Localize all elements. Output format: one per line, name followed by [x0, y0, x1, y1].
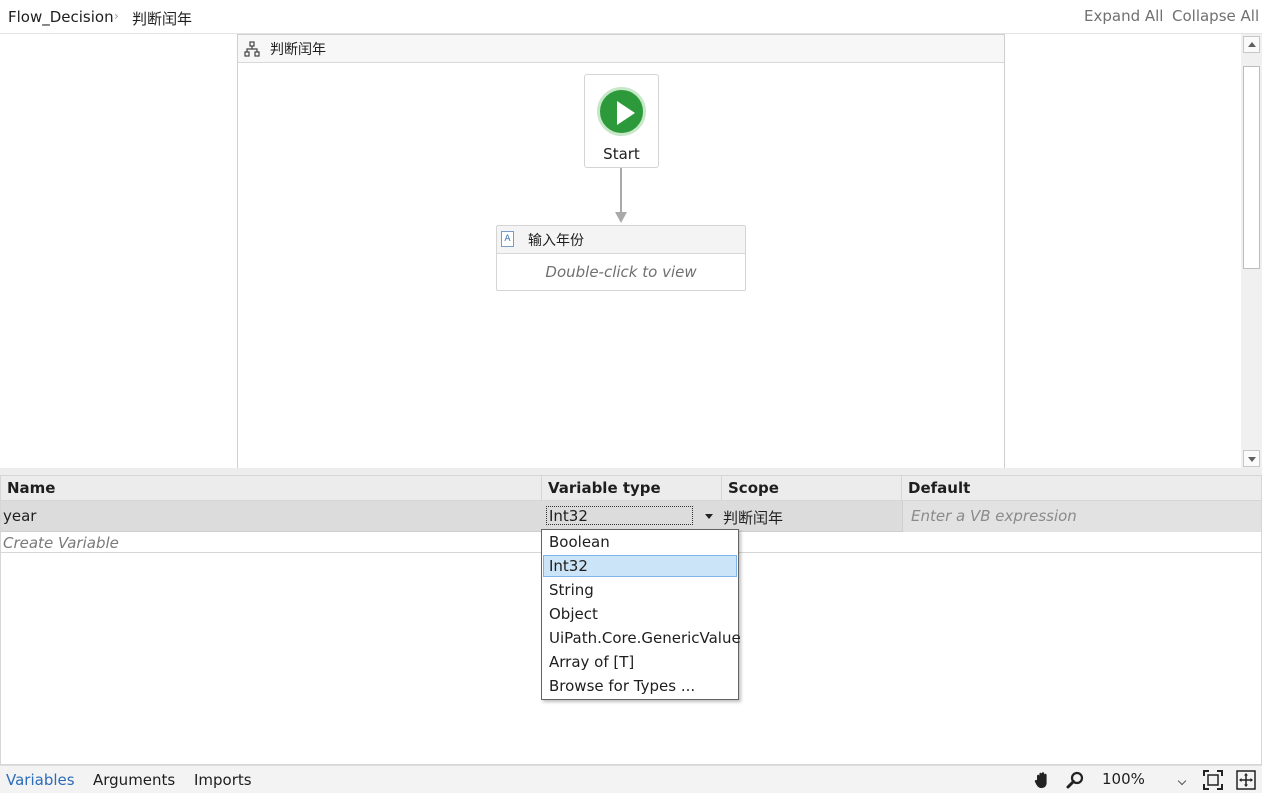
breadcrumb-item-flowchart[interactable]: 判断闰年: [132, 8, 192, 29]
type-option-array[interactable]: Array of [T]: [543, 651, 737, 673]
expand-all-button[interactable]: Expand All: [1084, 7, 1163, 25]
breadcrumb-item-workflow[interactable]: Flow_Decision: [8, 8, 114, 26]
type-option-generic-value[interactable]: UiPath.Core.GenericValue: [543, 627, 741, 649]
tab-variables[interactable]: Variables: [6, 771, 75, 789]
flowchart-icon: [244, 41, 260, 57]
variable-default-field[interactable]: Enter a VB expression: [902, 501, 1261, 532]
scroll-up-button[interactable]: [1243, 36, 1260, 53]
variable-type-select[interactable]: Int32: [543, 506, 719, 527]
tab-arguments[interactable]: Arguments: [93, 771, 175, 789]
activity-input-year[interactable]: A 输入年份 Double-click to view: [496, 225, 746, 291]
type-option-string[interactable]: String: [543, 579, 737, 601]
flowchart-header[interactable]: 判断闰年: [238, 35, 1004, 63]
designer-canvas[interactable]: 判断闰年 Start A 输入年份 Double-click to view: [0, 34, 1241, 468]
arrow-down-icon: [1248, 457, 1256, 462]
bottom-bar: Variables Arguments Imports 100%: [0, 765, 1262, 793]
create-variable-link[interactable]: Create Variable: [3, 534, 119, 552]
column-header-scope[interactable]: Scope: [721, 476, 901, 501]
zoom-magnifier-icon[interactable]: [1065, 770, 1085, 790]
column-header-name[interactable]: Name: [1, 476, 541, 501]
overview-icon[interactable]: [1236, 770, 1256, 790]
flow-connector[interactable]: [620, 168, 622, 214]
activity-placeholder: Double-click to view: [545, 263, 697, 281]
arrow-up-icon: [1248, 42, 1256, 47]
top-bar: Flow_Decision › 判断闰年 Expand All Collapse…: [0, 0, 1262, 34]
play-icon: [597, 87, 646, 136]
type-option-browse[interactable]: Browse for Types ...: [543, 675, 737, 697]
variable-type-dropdown-list[interactable]: Boolean Int32 String Object UiPath.Core.…: [541, 529, 741, 700]
type-option-boolean[interactable]: Boolean: [543, 531, 737, 553]
activity-header[interactable]: A 输入年份: [497, 226, 745, 254]
start-label: Start: [603, 145, 640, 163]
breadcrumb-separator: ›: [114, 9, 119, 23]
type-option-object[interactable]: Object: [543, 603, 737, 625]
tab-imports[interactable]: Imports: [194, 771, 252, 789]
zoom-select[interactable]: 100%: [1097, 768, 1192, 791]
panel-splitter[interactable]: [0, 468, 1262, 475]
zoom-value: 100%: [1102, 770, 1145, 788]
variable-scope-cell[interactable]: 判断闰年: [723, 507, 783, 528]
dropdown-arrow-icon[interactable]: [705, 514, 713, 519]
variable-name-cell[interactable]: year: [3, 507, 36, 525]
column-header-default[interactable]: Default: [901, 476, 1261, 501]
designer-scrollbar[interactable]: [1241, 34, 1262, 468]
variable-type-value[interactable]: Int32: [546, 506, 693, 525]
default-placeholder: Enter a VB expression: [911, 507, 1077, 525]
type-option-int32[interactable]: Int32: [543, 555, 737, 577]
chevron-down-icon: [1177, 776, 1187, 786]
column-header-variable-type[interactable]: Variable type: [541, 476, 721, 501]
hand-pan-icon[interactable]: [1032, 770, 1052, 790]
fit-to-screen-icon[interactable]: [1203, 770, 1223, 790]
scroll-down-button[interactable]: [1243, 450, 1260, 467]
connector-arrow-icon: [615, 212, 627, 223]
input-dialog-icon: A: [501, 231, 514, 247]
flowchart-title: 判断闰年: [270, 42, 326, 58]
variables-grid-header: Name Variable type Scope Default: [1, 476, 1261, 501]
scroll-thumb[interactable]: [1243, 66, 1260, 269]
activity-title: 输入年份: [528, 233, 584, 249]
collapse-all-button[interactable]: Collapse All: [1172, 7, 1259, 25]
table-row[interactable]: year Int32 判断闰年 Enter a VB expression: [1, 501, 1261, 532]
start-node[interactable]: Start: [584, 74, 659, 168]
